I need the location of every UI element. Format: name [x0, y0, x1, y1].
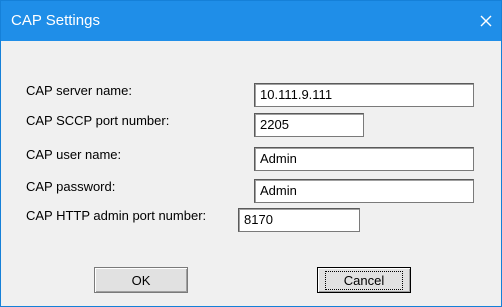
user-name-label: CAP user name:: [26, 147, 122, 162]
close-button[interactable]: [471, 1, 501, 41]
ok-button[interactable]: OK: [94, 267, 188, 293]
http-admin-port-field[interactable]: 8170: [238, 208, 360, 232]
cap-settings-dialog: CAP Settings CAP server name: 10.111.9.1…: [0, 0, 502, 307]
user-name-field[interactable]: Admin: [254, 147, 474, 171]
password-label: CAP password:: [26, 179, 116, 194]
window-title: CAP Settings: [11, 12, 100, 29]
password-field[interactable]: Admin: [254, 179, 474, 203]
http-admin-port-label: CAP HTTP admin port number:: [26, 208, 207, 223]
sccp-port-label: CAP SCCP port number:: [26, 113, 170, 128]
sccp-port-field[interactable]: 2205: [254, 113, 364, 137]
close-icon: [480, 15, 492, 27]
title-bar[interactable]: CAP Settings: [1, 1, 501, 41]
cancel-button-label: Cancel: [324, 270, 404, 290]
cancel-button[interactable]: Cancel: [317, 267, 411, 293]
server-name-field[interactable]: 10.111.9.111: [254, 83, 474, 107]
ok-button-label: OK: [131, 272, 151, 288]
server-name-label: CAP server name:: [26, 83, 132, 98]
